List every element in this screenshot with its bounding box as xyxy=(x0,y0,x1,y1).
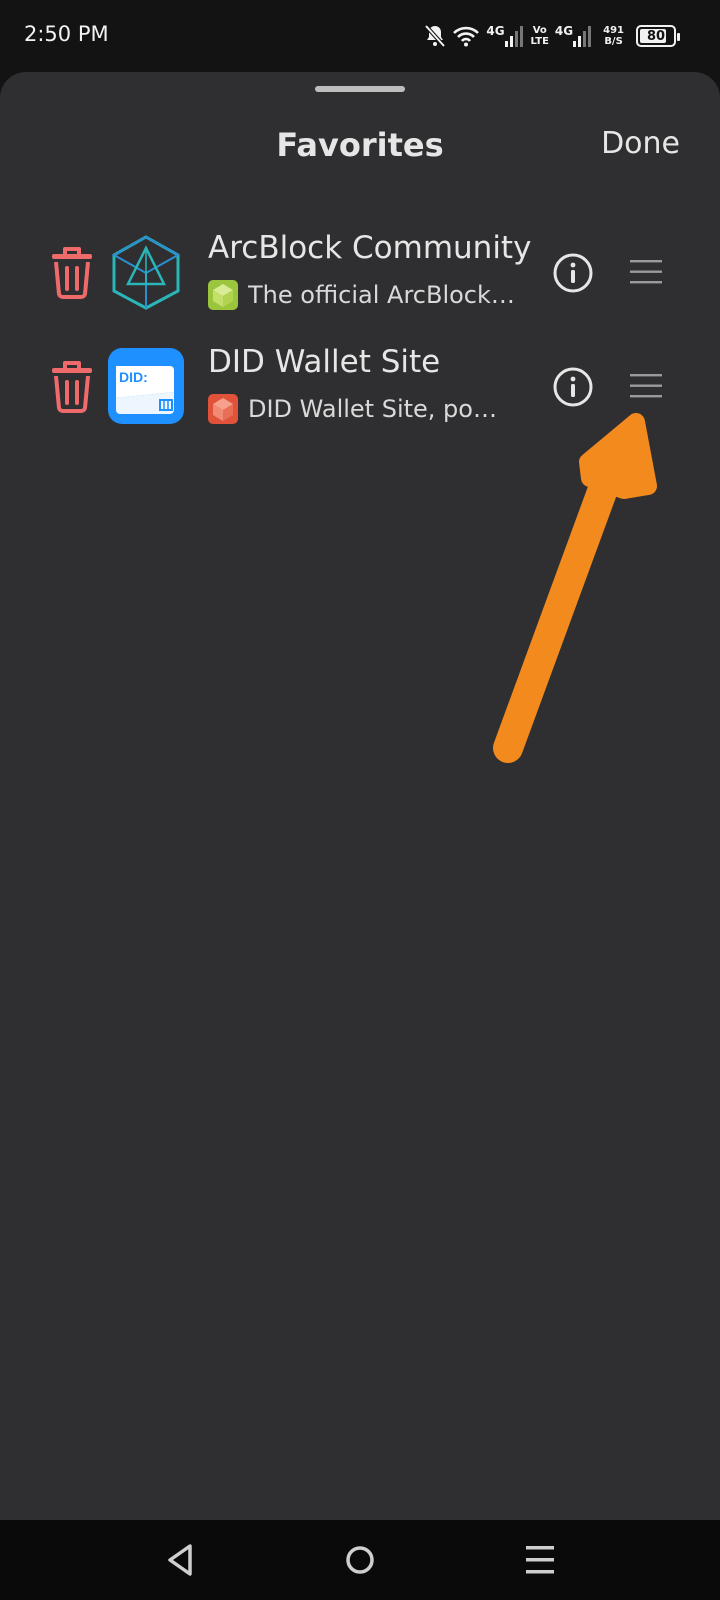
favorite-subtitle-row: DID Wallet Site, po… xyxy=(208,390,530,428)
back-icon[interactable] xyxy=(158,1538,202,1582)
favorite-subtitle: DID Wallet Site, po… xyxy=(248,395,497,423)
signal-bars-icon xyxy=(573,26,592,47)
status-icons: 4G Vo LTE 4G 491 B/S 80 xyxy=(424,20,680,52)
network-type-label: 4G xyxy=(486,24,505,38)
recents-icon[interactable] xyxy=(518,1538,562,1582)
drag-handle-icon[interactable] xyxy=(628,370,664,402)
arcblock-favicon-icon xyxy=(208,280,238,310)
network-type-label: 4G xyxy=(554,24,574,38)
battery-icon: 80 xyxy=(636,25,680,47)
info-icon[interactable] xyxy=(552,366,594,408)
network-speed: 491 B/S xyxy=(603,25,624,47)
trash-icon[interactable] xyxy=(48,244,96,300)
navigation-bar xyxy=(0,1520,720,1600)
status-time: 2:50 PM xyxy=(24,22,109,46)
favorites-sheet: Favorites Done ArcBlock Community The of… xyxy=(0,72,720,1520)
status-bar: 2:50 PM 4G Vo LTE 4G 491 B/S 80 xyxy=(0,0,720,70)
trash-icon[interactable] xyxy=(48,358,96,414)
mute-bell-icon xyxy=(424,24,446,48)
info-icon[interactable] xyxy=(552,252,594,294)
favorite-title: DID Wallet Site xyxy=(208,344,441,380)
favorite-subtitle: The official ArcBlock… xyxy=(248,281,515,309)
volte-indicator: Vo LTE xyxy=(530,25,549,47)
favorite-subtitle-row: The official ArcBlock… xyxy=(208,276,530,314)
favorite-title: ArcBlock Community xyxy=(208,230,532,266)
favorite-row-did-wallet: DID: DID Wallet Site DID Wallet Site, po… xyxy=(0,336,720,436)
done-button[interactable]: Done xyxy=(601,126,680,161)
arcblock-cube-icon xyxy=(108,234,184,310)
drag-handle-icon[interactable] xyxy=(628,256,664,288)
did-wallet-icon: DID: xyxy=(108,348,184,424)
did-wallet-favicon-icon xyxy=(208,394,238,424)
svg-text:DID:: DID: xyxy=(119,369,148,385)
signal-2: 4G xyxy=(555,25,593,47)
sheet-grabber[interactable] xyxy=(315,86,405,92)
favorite-row-arcblock: ArcBlock Community The official ArcBlock… xyxy=(0,222,720,322)
signal-bars-icon xyxy=(504,26,523,47)
home-icon[interactable] xyxy=(338,1538,382,1582)
wifi-icon xyxy=(452,25,480,47)
signal-1: 4G xyxy=(486,25,524,47)
battery-level-text: 80 xyxy=(646,28,666,44)
